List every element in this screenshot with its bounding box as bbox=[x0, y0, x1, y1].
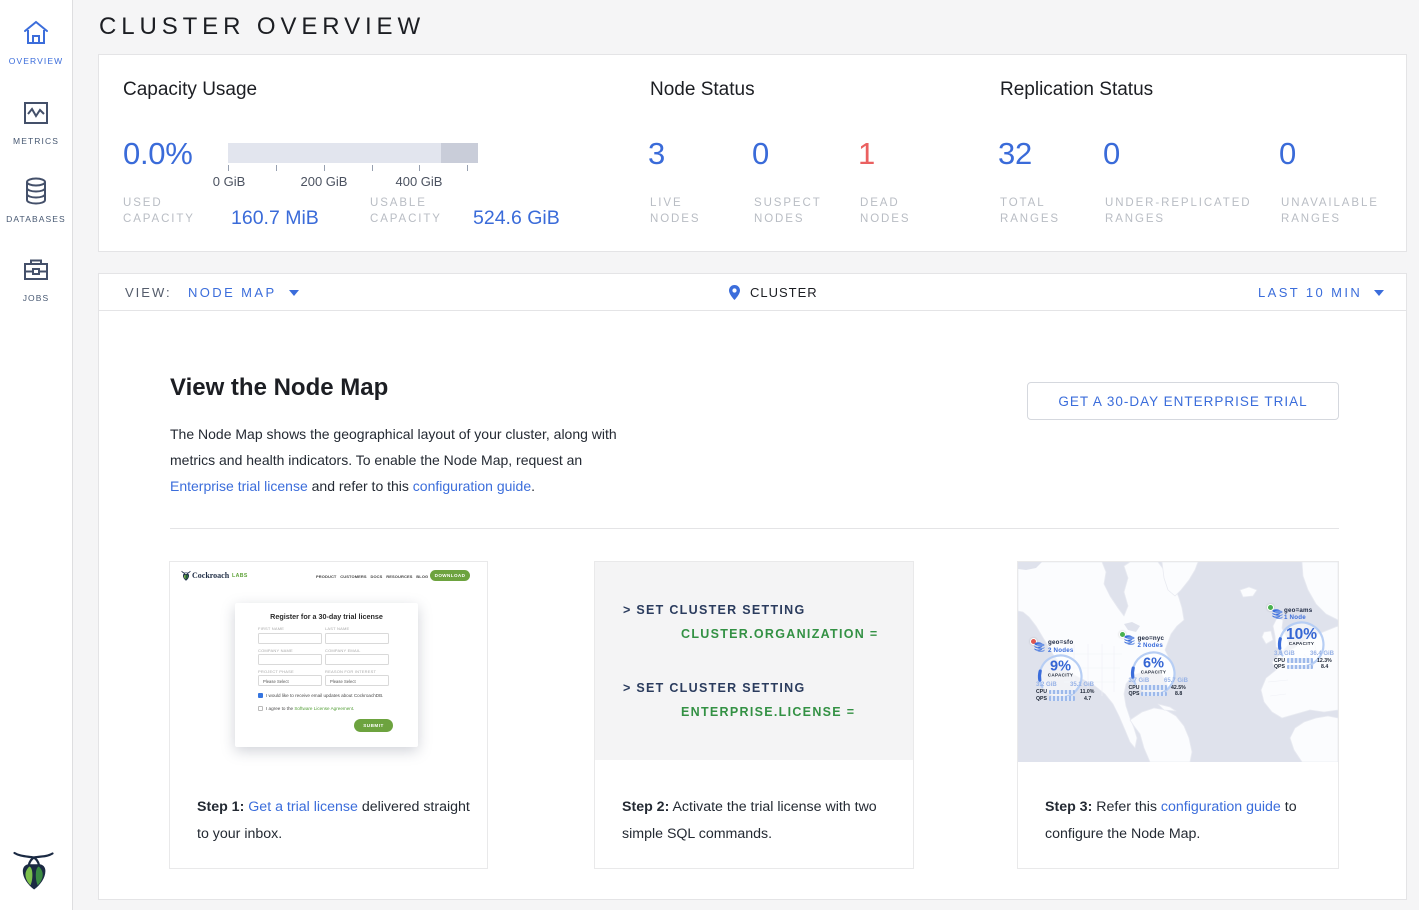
svg-text:CAPACITY: CAPACITY bbox=[1048, 673, 1074, 678]
svg-text:CAPACITY: CAPACITY bbox=[1140, 669, 1166, 674]
svg-text:CAPACITY: CAPACITY bbox=[1289, 641, 1315, 646]
